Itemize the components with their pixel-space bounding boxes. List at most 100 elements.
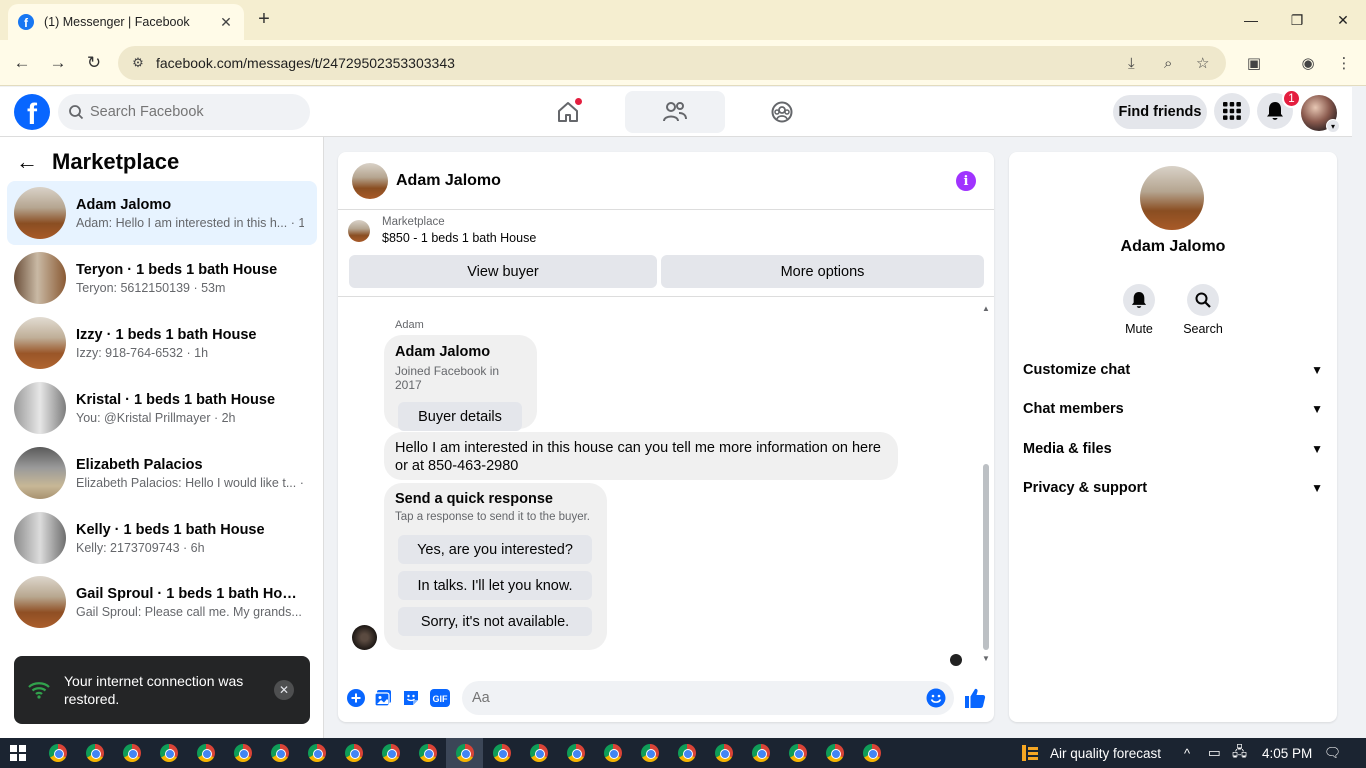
facebook-favicon-icon: f <box>18 14 34 30</box>
conversation-item[interactable]: Gail Sproul · 1 beds 1 bath House Gail S… <box>7 570 317 634</box>
nav-home-tab[interactable] <box>518 91 618 133</box>
conversation-item[interactable]: Teryon · 1 beds 1 bath House Teryon: 561… <box>7 246 317 310</box>
battery-icon[interactable]: ▭ <box>1208 738 1221 768</box>
media-files-row[interactable]: Media & files ▼ <box>1023 431 1323 467</box>
taskbar-chrome-app[interactable] <box>853 738 890 768</box>
forward-icon[interactable]: → <box>46 51 70 75</box>
taskbar-chrome-app[interactable] <box>594 738 631 768</box>
taskbar-chrome-app[interactable] <box>187 738 224 768</box>
windows-start-icon[interactable] <box>10 745 26 761</box>
privacy-support-row[interactable]: Privacy & support ▼ <box>1023 470 1323 506</box>
taskbar-chrome-app[interactable] <box>113 738 150 768</box>
weather-text: Air quality forecast <box>1050 745 1162 761</box>
menu-grid-button[interactable] <box>1214 93 1250 129</box>
taskbar-chrome-app[interactable] <box>483 738 520 768</box>
bookmark-star-icon[interactable]: ☆ <box>1196 46 1209 80</box>
taskbar-chrome-app[interactable] <box>261 738 298 768</box>
clock[interactable]: 4:05 PM <box>1262 738 1312 768</box>
account-avatar[interactable]: ▾ <box>1301 95 1340 133</box>
quick-response-talks-button[interactable]: In talks. I'll let you know. <box>398 571 592 600</box>
taskbar-chrome-app[interactable] <box>335 738 372 768</box>
network-icon[interactable]: 🖧 <box>1232 738 1247 768</box>
taskbar-chrome-app[interactable] <box>816 738 853 768</box>
show-hidden-icons[interactable]: ^ <box>1184 738 1190 768</box>
quick-response-sorry-button[interactable]: Sorry, it's not available. <box>398 607 592 636</box>
taskbar-chrome-app[interactable] <box>668 738 705 768</box>
facebook-logo-icon[interactable]: f <box>14 94 50 130</box>
find-friends-button[interactable]: Find friends <box>1113 95 1207 129</box>
browser-tab[interactable]: f (1) Messenger | Facebook ✕ <box>8 4 244 40</box>
taskbar-chrome-app[interactable] <box>224 738 261 768</box>
notifications-button[interactable]: 1 <box>1257 89 1301 129</box>
search-conversation-button[interactable]: Search <box>1173 284 1233 336</box>
site-info-icon[interactable]: ⚙ <box>128 55 148 71</box>
back-arrow-icon[interactable]: ← <box>16 149 38 175</box>
notification-center-icon[interactable]: 🗨 <box>1324 738 1341 768</box>
gif-icon[interactable]: GIF <box>430 688 450 708</box>
quick-response-yes-button[interactable]: Yes, are you interested? <box>398 535 592 564</box>
mute-button[interactable]: Mute <box>1109 284 1169 336</box>
chat-avatar[interactable] <box>352 162 388 199</box>
install-app-icon[interactable]: ⤓ <box>1128 46 1135 80</box>
plus-icon[interactable] <box>346 688 366 708</box>
page-scrollbar[interactable] <box>1352 87 1366 738</box>
more-options-button[interactable]: More options <box>661 255 984 288</box>
taskbar-chrome-app[interactable] <box>631 738 668 768</box>
emoji-icon[interactable] <box>926 688 946 708</box>
menu-dots-icon[interactable]: ⋮ <box>1332 51 1356 75</box>
taskbar-chrome-app[interactable] <box>39 738 76 768</box>
conversation-item[interactable]: Adam Jalomo Adam: Hello I am interested … <box>7 181 317 245</box>
back-icon[interactable]: ← <box>10 51 34 75</box>
taskbar-chrome-app[interactable] <box>557 738 594 768</box>
conversation-item[interactable]: Izzy · 1 beds 1 bath House Izzy: 918-764… <box>7 311 317 375</box>
taskbar-chrome-app[interactable] <box>372 738 409 768</box>
new-tab-icon[interactable]: + <box>254 8 274 31</box>
message-input-box[interactable] <box>462 681 954 715</box>
reload-icon[interactable]: ↻ <box>82 51 106 75</box>
zoom-icon[interactable]: ⌕ <box>1164 46 1172 80</box>
taskbar-chrome-app[interactable] <box>76 738 113 768</box>
weather-widget[interactable]: Air quality forecast <box>1020 738 1161 768</box>
taskbar-chrome-app[interactable] <box>446 738 483 768</box>
search-input[interactable] <box>90 104 290 120</box>
nav-groups-tab[interactable] <box>732 91 832 133</box>
view-buyer-button[interactable]: View buyer <box>349 255 657 288</box>
buyer-details-button[interactable]: Buyer details <box>398 402 522 431</box>
taskbar-chrome-app[interactable] <box>779 738 816 768</box>
scroll-down-icon[interactable]: ▼ <box>981 654 991 663</box>
taskbar-chrome-app[interactable] <box>409 738 446 768</box>
scroll-up-icon[interactable]: ▲ <box>981 304 991 313</box>
message-input[interactable] <box>472 690 912 706</box>
url-text[interactable]: facebook.com/messages/t/2472950235330334… <box>156 55 455 71</box>
toast-close-icon[interactable]: ✕ <box>274 680 294 700</box>
maximize-icon[interactable]: ❐ <box>1274 0 1320 40</box>
scroll-thumb[interactable] <box>983 464 989 650</box>
info-avatar[interactable] <box>1140 166 1204 230</box>
nav-friends-tab[interactable] <box>625 91 725 133</box>
taskbar-chrome-app[interactable] <box>742 738 779 768</box>
taskbar-chrome-app[interactable] <box>520 738 557 768</box>
close-window-icon[interactable]: ✕ <box>1320 0 1366 40</box>
conversation-item[interactable]: Elizabeth Palacios Elizabeth Palacios: H… <box>7 441 317 505</box>
tab-close-icon[interactable]: ✕ <box>218 14 234 31</box>
facebook-search-box[interactable] <box>58 94 310 130</box>
browser-tab-bar: f (1) Messenger | Facebook ✕ + — ❐ ✕ <box>0 0 1366 40</box>
conversation-item[interactable]: Kelly · 1 beds 1 bath House Kelly: 21737… <box>7 506 317 570</box>
photo-icon[interactable] <box>373 688 393 708</box>
sticker-icon[interactable] <box>401 688 421 708</box>
chat-scrollbar[interactable]: ▲ ▼ <box>981 304 991 663</box>
tab-search-icon[interactable]: ▣ <box>1242 51 1266 75</box>
marketplace-listing[interactable]: Marketplace $850 - 1 beds 1 bath House <box>348 216 536 245</box>
taskbar-chrome-app[interactable] <box>705 738 742 768</box>
info-icon[interactable]: i <box>956 171 976 191</box>
taskbar-chrome-app[interactable] <box>298 738 335 768</box>
thumbs-up-icon[interactable] <box>964 687 986 709</box>
chat-members-row[interactable]: Chat members ▼ <box>1023 391 1323 427</box>
minimize-icon[interactable]: — <box>1228 0 1274 40</box>
chat-title[interactable]: Adam Jalomo <box>396 172 501 190</box>
taskbar-chrome-app[interactable] <box>150 738 187 768</box>
url-omnibox[interactable]: ⚙ facebook.com/messages/t/24729502353303… <box>118 46 1226 80</box>
profile-icon[interactable]: ◉ <box>1296 51 1320 75</box>
conversation-item[interactable]: Kristal · 1 beds 1 bath House You: @Kris… <box>7 376 317 440</box>
customize-chat-row[interactable]: Customize chat ▼ <box>1023 352 1323 388</box>
